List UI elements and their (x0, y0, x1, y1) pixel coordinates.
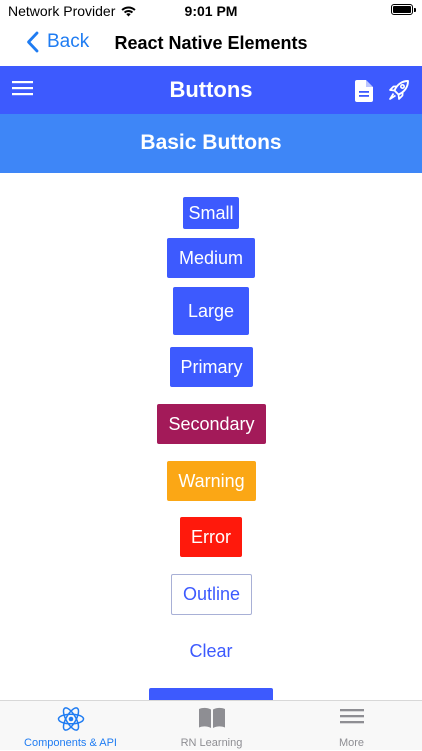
tab-label: Components & API (24, 737, 117, 749)
tab-bar: Components & API RN Learning More (0, 700, 422, 750)
rocket-icon (389, 80, 409, 100)
screen-header: Buttons (0, 66, 422, 114)
outline-button[interactable]: Outline (171, 574, 252, 615)
section-header: Basic Buttons (0, 114, 422, 173)
clear-button[interactable]: Clear (179, 631, 243, 671)
status-bar: Network Provider 9:01 PM (0, 0, 422, 22)
medium-button[interactable]: Medium (167, 238, 255, 278)
tab-label: More (338, 737, 365, 749)
docs-button[interactable] (355, 80, 373, 107)
secondary-button[interactable]: Secondary (157, 404, 266, 444)
tab-more[interactable]: More (281, 701, 422, 751)
battery-icon (391, 4, 416, 15)
status-time: 9:01 PM (184, 3, 238, 19)
document-icon (355, 80, 373, 102)
menu-icon (339, 709, 364, 724)
tab-rn-learning[interactable]: RN Learning (141, 701, 282, 751)
error-button[interactable]: Error (180, 517, 242, 557)
large-button[interactable]: Large (173, 287, 249, 335)
book-icon (198, 707, 225, 728)
tab-components-api[interactable]: Components & API (0, 701, 141, 751)
primary-button[interactable]: Primary (170, 347, 253, 387)
section-title: Basic Buttons (140, 131, 282, 154)
navigation-bar: Back React Native Elements (0, 22, 422, 66)
small-button[interactable]: Small (183, 197, 239, 229)
warning-button[interactable]: Warning (167, 461, 256, 501)
tab-label: RN Learning (180, 737, 243, 749)
rocket-button[interactable] (387, 78, 411, 107)
nav-title: React Native Elements (114, 33, 308, 53)
react-icon (57, 707, 84, 731)
